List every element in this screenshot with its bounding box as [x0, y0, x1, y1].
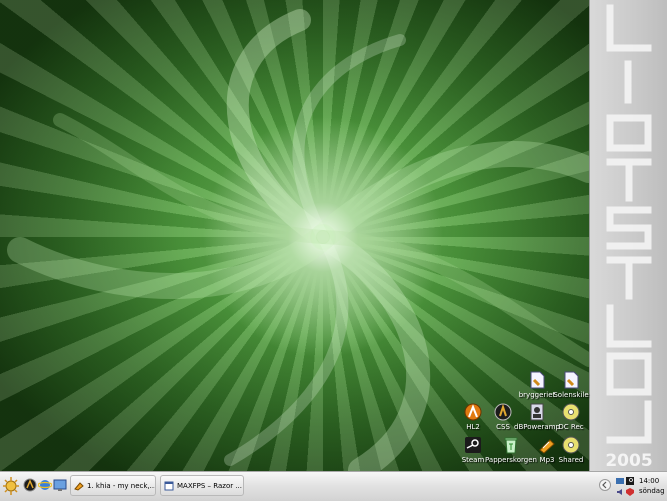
volume-icon[interactable] — [616, 488, 624, 496]
desktop-wallpaper — [0, 0, 589, 471]
disc-icon — [562, 403, 580, 421]
security-shield-icon[interactable] — [626, 488, 634, 496]
clock-time[interactable]: 14:00 — [639, 477, 659, 485]
brand-logo: 2005 — [605, 4, 653, 471]
internet-explorer-icon[interactable] — [38, 478, 52, 492]
start-button[interactable] — [2, 475, 20, 497]
taskbar: 1. khia - my neck,... MAXFPS – Razor ...… — [0, 471, 667, 501]
steam-icon — [465, 437, 481, 453]
recycle-bin-icon — [504, 437, 518, 454]
browser-window-icon — [164, 481, 174, 491]
tray-expand-arrow-icon[interactable] — [599, 479, 611, 491]
desktop-icon-shared[interactable]: Shared — [544, 436, 598, 464]
steam-tray-icon[interactable] — [626, 477, 634, 485]
show-desktop-icon[interactable] — [53, 478, 67, 492]
network-icon[interactable] — [616, 477, 624, 485]
taskbar-item-maxfps[interactable]: MAXFPS – Razor ... — [160, 475, 244, 496]
winamp-icon — [74, 482, 84, 491]
brand-sidebar: 2005 — [589, 0, 667, 471]
svg-text:2005: 2005 — [605, 451, 652, 471]
swirl-pattern — [7, 9, 589, 471]
system-tray: 14:00 söndag — [599, 474, 665, 499]
disc-icon — [562, 436, 580, 454]
desktop-icon-dc-rec[interactable]: DC Rec — [544, 403, 598, 431]
clock-day: söndag — [639, 487, 665, 495]
document-icon — [564, 371, 579, 389]
desktop-icon-solenskile[interactable]: Solenskile — [544, 371, 598, 399]
brand-year: 2005 — [605, 451, 652, 471]
counter-strike-quicklaunch-icon[interactable] — [23, 478, 37, 492]
taskbar-item-winamp[interactable]: 1. khia - my neck,... — [70, 475, 156, 496]
